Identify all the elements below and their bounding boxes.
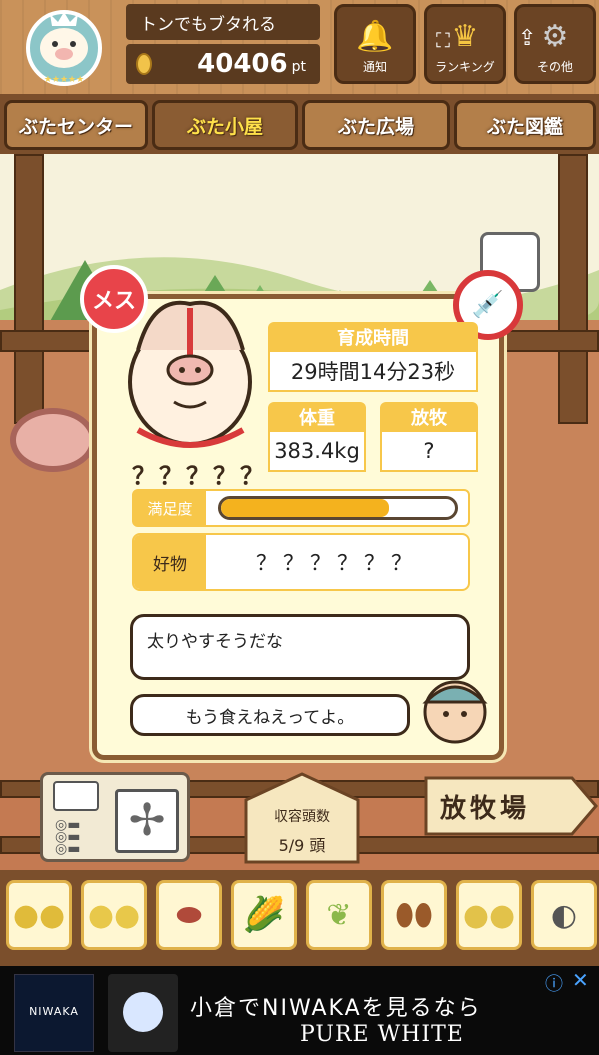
bell-icon: 🔔 bbox=[356, 19, 394, 54]
player-avatar[interactable]: ★★★★★ bbox=[10, 6, 118, 86]
screen-capture-icon[interactable]: ⛶ bbox=[436, 28, 450, 52]
satisfaction-meter: 満足度 bbox=[132, 489, 470, 527]
food-soybean-2[interactable]: ●● bbox=[81, 880, 147, 950]
share-icon[interactable]: ⇪ bbox=[518, 26, 536, 51]
favorite-food-row: 好物 ？？？？？？ bbox=[132, 533, 470, 591]
notify-button[interactable]: 🔔 通知 bbox=[334, 4, 416, 84]
ad-brand: NIWAKA bbox=[29, 1005, 79, 1018]
growth-time-label: 育成時間 bbox=[268, 322, 478, 352]
ranking-label: ランキング bbox=[435, 60, 495, 74]
tab-pig-center[interactable]: ぶたセンター bbox=[4, 100, 148, 150]
fence-rail bbox=[0, 330, 92, 352]
grazing-value: ? bbox=[380, 430, 478, 472]
dial-icons: ◎▬ ◎▬ ◎▬ bbox=[55, 817, 81, 857]
coin-icon bbox=[136, 53, 152, 75]
points-value: 40406 bbox=[197, 49, 288, 79]
feed-bowl bbox=[10, 408, 96, 472]
pig-name: ？？？？？ bbox=[132, 462, 267, 490]
ad-info-icon[interactable]: ⓘ bbox=[545, 970, 563, 996]
nut-icon: ⬮⬮ bbox=[395, 897, 433, 933]
fence-post bbox=[558, 154, 588, 424]
ad-ring-image bbox=[108, 974, 178, 1052]
food-edamame[interactable]: ❦ bbox=[306, 880, 372, 950]
capacity-label: 収容頭数 bbox=[274, 809, 330, 825]
food-nuts[interactable]: ⬮⬮ bbox=[381, 880, 447, 950]
soybean-icon: ●● bbox=[12, 897, 66, 933]
fence-rail bbox=[504, 330, 599, 352]
crown-icon: ♛ bbox=[451, 19, 479, 54]
game-title: トンでもブタれる bbox=[126, 4, 320, 40]
tab-pig-encyclopedia[interactable]: ぶた図鑑 bbox=[454, 100, 596, 150]
growth-time-value: 29時間14分23秒 bbox=[268, 350, 478, 392]
ad-headline: 小倉でNIWAKAを見るなら bbox=[190, 996, 482, 1021]
ring-icon bbox=[123, 992, 163, 1032]
food-corn[interactable]: 🌽 bbox=[231, 880, 297, 950]
favorite-value: ？？？？？？ bbox=[256, 551, 418, 575]
scale-icon bbox=[53, 781, 99, 811]
food-dish[interactable]: ◐ bbox=[531, 880, 597, 950]
grazing-field-button[interactable]: 放牧場 bbox=[422, 772, 598, 842]
ad-subline: PURE WHITE bbox=[300, 1022, 464, 1047]
sweet-potato-icon: ⬬ bbox=[176, 897, 202, 933]
satisfaction-bar bbox=[218, 496, 458, 520]
food-grain[interactable]: ●● bbox=[456, 880, 522, 950]
tab-pig-plaza[interactable]: ぶた広場 bbox=[302, 100, 450, 150]
food-soybean-1[interactable]: ●● bbox=[6, 880, 72, 950]
pig-speech-bubble: 太りやすそうだな bbox=[130, 614, 470, 680]
food-sweet-potato[interactable]: ⬬ bbox=[156, 880, 222, 950]
capacity-value: 5/9 頭 bbox=[278, 836, 326, 855]
soybean-icon: ●● bbox=[87, 897, 141, 933]
notify-label: 通知 bbox=[362, 60, 387, 74]
capacity-sign: 収容頭数 5/9 頭 bbox=[244, 770, 360, 866]
farmer-avatar bbox=[422, 680, 488, 744]
points-display: 40406 pt bbox=[126, 44, 320, 84]
satisfaction-fill bbox=[221, 499, 390, 517]
grazing-field-label: 放牧場 bbox=[440, 794, 531, 824]
edamame-icon: ❦ bbox=[326, 897, 352, 933]
fan-icon[interactable]: ✢ bbox=[115, 789, 179, 853]
svg-text:★★★★★: ★★★★★ bbox=[44, 75, 84, 85]
tab-pig-barn[interactable]: ぶた小屋 bbox=[152, 100, 298, 150]
ad-brand-box: NIWAKA bbox=[14, 974, 94, 1052]
farmer-speech-bubble: もう食えねえってよ。 bbox=[130, 694, 410, 736]
other-label: その他 bbox=[536, 60, 573, 74]
weight-label: 体重 bbox=[268, 402, 366, 432]
barn-controls-panel[interactable]: ✢ ◎▬ ◎▬ ◎▬ bbox=[40, 772, 190, 862]
grazing-label: 放牧 bbox=[380, 402, 478, 432]
points-unit: pt bbox=[291, 59, 306, 75]
corn-icon: 🌽 bbox=[242, 895, 286, 935]
fence-post bbox=[14, 154, 44, 424]
favorite-label: 好物 bbox=[134, 535, 206, 589]
pig-character[interactable] bbox=[118, 290, 263, 460]
weight-value: 383.4kg bbox=[268, 430, 366, 472]
ad-close-icon[interactable]: ✕ bbox=[572, 968, 589, 992]
satisfaction-label: 満足度 bbox=[134, 491, 206, 525]
dish-icon: ◐ bbox=[550, 897, 578, 933]
gear-icon: ⚙ bbox=[541, 19, 569, 54]
grain-icon: ●● bbox=[462, 897, 516, 933]
